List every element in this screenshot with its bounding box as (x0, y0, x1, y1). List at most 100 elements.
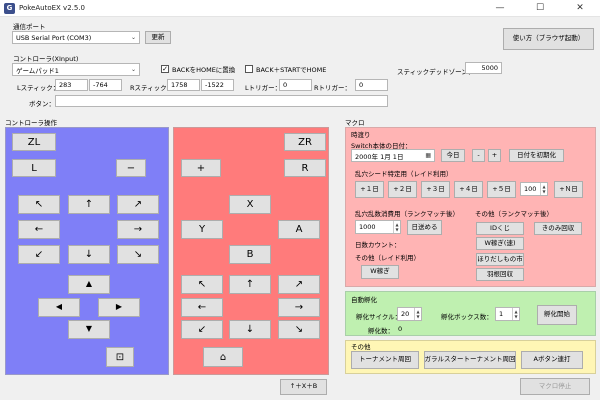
rstick-x-field: 1758 (167, 79, 200, 91)
controller-label: コントローラ(XInput) (13, 55, 79, 63)
back-start-checkbox[interactable]: BACK＋STARTでHOME (245, 64, 326, 74)
date-minus-button[interactable]: - (472, 149, 485, 162)
id-lottery-button[interactable]: IDくじ (476, 222, 524, 235)
plus-5-day-button[interactable]: +５日 (487, 181, 516, 198)
time-travel-label: 時渡り (351, 131, 371, 139)
other-rank-label: その他（ランクマッチ後） (475, 210, 553, 218)
day-count-label: 日数カウント： (355, 241, 401, 249)
plus-button[interactable]: + (181, 159, 221, 177)
capture-button[interactable]: ⊡ (106, 347, 134, 367)
rdpad-up-left-button[interactable]: ↖ (181, 275, 223, 294)
date-picker[interactable]: 2000年 1月 1日 ▦ (351, 149, 435, 162)
home-button[interactable]: ⌂ (203, 347, 243, 367)
x-button[interactable]: X (229, 195, 271, 214)
rank-count-stepper[interactable]: 1000 ▲ ▼ (355, 220, 401, 234)
update-button[interactable]: 更新 (145, 31, 171, 44)
ltrigger-field: 0 (279, 79, 312, 91)
w-farm-button[interactable]: W稼ぎ (361, 265, 399, 279)
minus-button[interactable]: − (116, 159, 146, 177)
b-button[interactable]: B (229, 245, 271, 264)
zr-button[interactable]: ZR (284, 133, 326, 151)
rtrigger-label: Rトリガー： (314, 84, 352, 92)
today-button[interactable]: 今日 (441, 149, 465, 162)
rdpad-down-left-button[interactable]: ↙ (181, 320, 223, 339)
w-farm-fast-button[interactable]: W稼ぎ(速) (476, 237, 524, 250)
auto-hatch-label: 自動孵化 (351, 296, 377, 304)
port-select-value: USB Serial Port (COM3) (16, 33, 92, 42)
hatch-cycle-value: 20 (401, 310, 410, 318)
r-button[interactable]: R (284, 159, 326, 177)
plus-4-day-button[interactable]: +４日 (454, 181, 483, 198)
n-days-stepper[interactable]: 100 ▲ ▼ (520, 182, 548, 196)
dpad-down-left-button[interactable]: ↙ (18, 245, 60, 264)
plus-3-day-button[interactable]: +３日 (421, 181, 450, 198)
dpad-down-button[interactable]: ↓ (68, 245, 110, 264)
hatch-box-value: 1 (499, 310, 504, 318)
minimize-button[interactable]: — (480, 0, 520, 17)
macro-stop-button[interactable]: マクロ停止 (520, 378, 590, 395)
plus-2-day-button[interactable]: +２日 (388, 181, 417, 198)
chevron-down-icon: ⌄ (130, 66, 136, 73)
window-title: PokeAutoEX v2.5.0 (19, 4, 86, 12)
other-raid-label: その他（レイド利用） (355, 254, 420, 262)
hatch-box-label: 孵化ボックス数： (441, 313, 493, 321)
help-button[interactable]: 使い方（ブラウザ起動） (503, 28, 594, 50)
combo-up-x-b-button[interactable]: ↑＋X＋B (280, 379, 327, 395)
date-plus-button[interactable]: + (488, 149, 501, 162)
l-button[interactable]: L (12, 159, 56, 177)
galar-tournament-button[interactable]: ガラルスタートーナメント周回 (424, 351, 516, 369)
date-value: 2000年 1月 1日 (355, 152, 404, 161)
a-button[interactable]: A (278, 220, 320, 239)
rdpad-right-button[interactable]: → (278, 298, 320, 317)
rdpad-down-right-button[interactable]: ↘ (278, 320, 320, 339)
hatch-box-stepper[interactable]: 1 ▲ ▼ (495, 307, 520, 321)
stick-right-button[interactable]: ▶ (98, 298, 140, 317)
maximize-button[interactable]: ☐ (520, 0, 560, 17)
rdpad-up-button[interactable]: ↑ (229, 275, 271, 294)
rdpad-down-button[interactable]: ↓ (229, 320, 271, 339)
plus-n-day-button[interactable]: +Ｎ日 (554, 181, 583, 198)
plus-1-day-button[interactable]: +１日 (355, 181, 384, 198)
back-home-checkbox[interactable]: ✓ BACKをHOMEに置換 (161, 64, 235, 74)
lstick-label: Lスティック： (17, 84, 60, 92)
berry-collect-button[interactable]: きのみ回収 (534, 222, 582, 235)
dpad-left-button[interactable]: ← (18, 220, 60, 239)
port-select[interactable]: USB Serial Port (COM3) ⌄ (12, 31, 140, 44)
rdpad-left-button[interactable]: ← (181, 298, 223, 317)
ltrigger-label: Lトリガー： (245, 84, 282, 92)
checkbox-icon (245, 65, 253, 73)
stick-left-button[interactable]: ◀ (38, 298, 80, 317)
dig-market-button[interactable]: ほりだしもの市 (476, 253, 524, 266)
checkbox-icon: ✓ (161, 65, 169, 73)
back-start-label: BACK＋STARTでHOME (256, 66, 327, 74)
rank-label: 乱穴乱数消費用（ランクマッチ後） (355, 210, 459, 218)
zl-button[interactable]: ZL (12, 133, 56, 151)
rtrigger-field: 0 (355, 79, 388, 91)
stepper-arrows-icon: ▲ ▼ (393, 221, 400, 233)
stepper-arrows-icon: ▲ ▼ (512, 308, 519, 320)
dpad-up-button[interactable]: ↑ (68, 195, 110, 214)
y-button[interactable]: Y (181, 220, 223, 239)
rdpad-up-right-button[interactable]: ↗ (278, 275, 320, 294)
init-date-button[interactable]: 日付を初期化 (509, 149, 564, 162)
hatch-cycle-stepper[interactable]: 20 ▲ ▼ (397, 307, 422, 321)
lstick-x-field: 283 (55, 79, 88, 91)
deadzone-label: スティックデッドゾーン： (397, 68, 475, 76)
manual-control-label: コントローラ操作 (5, 119, 57, 127)
tournament-button[interactable]: トーナメント周回 (351, 351, 419, 369)
gamepad-select[interactable]: ゲームパッド1 ⌄ (12, 63, 140, 76)
dpad-down-right-button[interactable]: ↘ (117, 245, 159, 264)
dpad-up-right-button[interactable]: ↗ (117, 195, 159, 214)
rank-advance-button[interactable]: 日送める (407, 220, 442, 235)
feather-collect-button[interactable]: 羽根回収 (476, 268, 524, 281)
stick-down-button[interactable]: ▼ (68, 320, 110, 339)
dpad-right-button[interactable]: → (117, 220, 159, 239)
seed-label: 乱穴シード特定用（レイド利用） (355, 170, 453, 178)
a-button-mash-button[interactable]: Aボタン連打 (521, 351, 583, 369)
dpad-up-left-button[interactable]: ↖ (18, 195, 60, 214)
deadzone-input[interactable]: 5000 (465, 62, 502, 74)
stick-up-button[interactable]: ▲ (68, 275, 110, 294)
hatch-start-button[interactable]: 孵化開始 (537, 305, 577, 325)
buttons-label: ボタン： (29, 100, 55, 108)
close-button[interactable]: ✕ (560, 0, 600, 17)
